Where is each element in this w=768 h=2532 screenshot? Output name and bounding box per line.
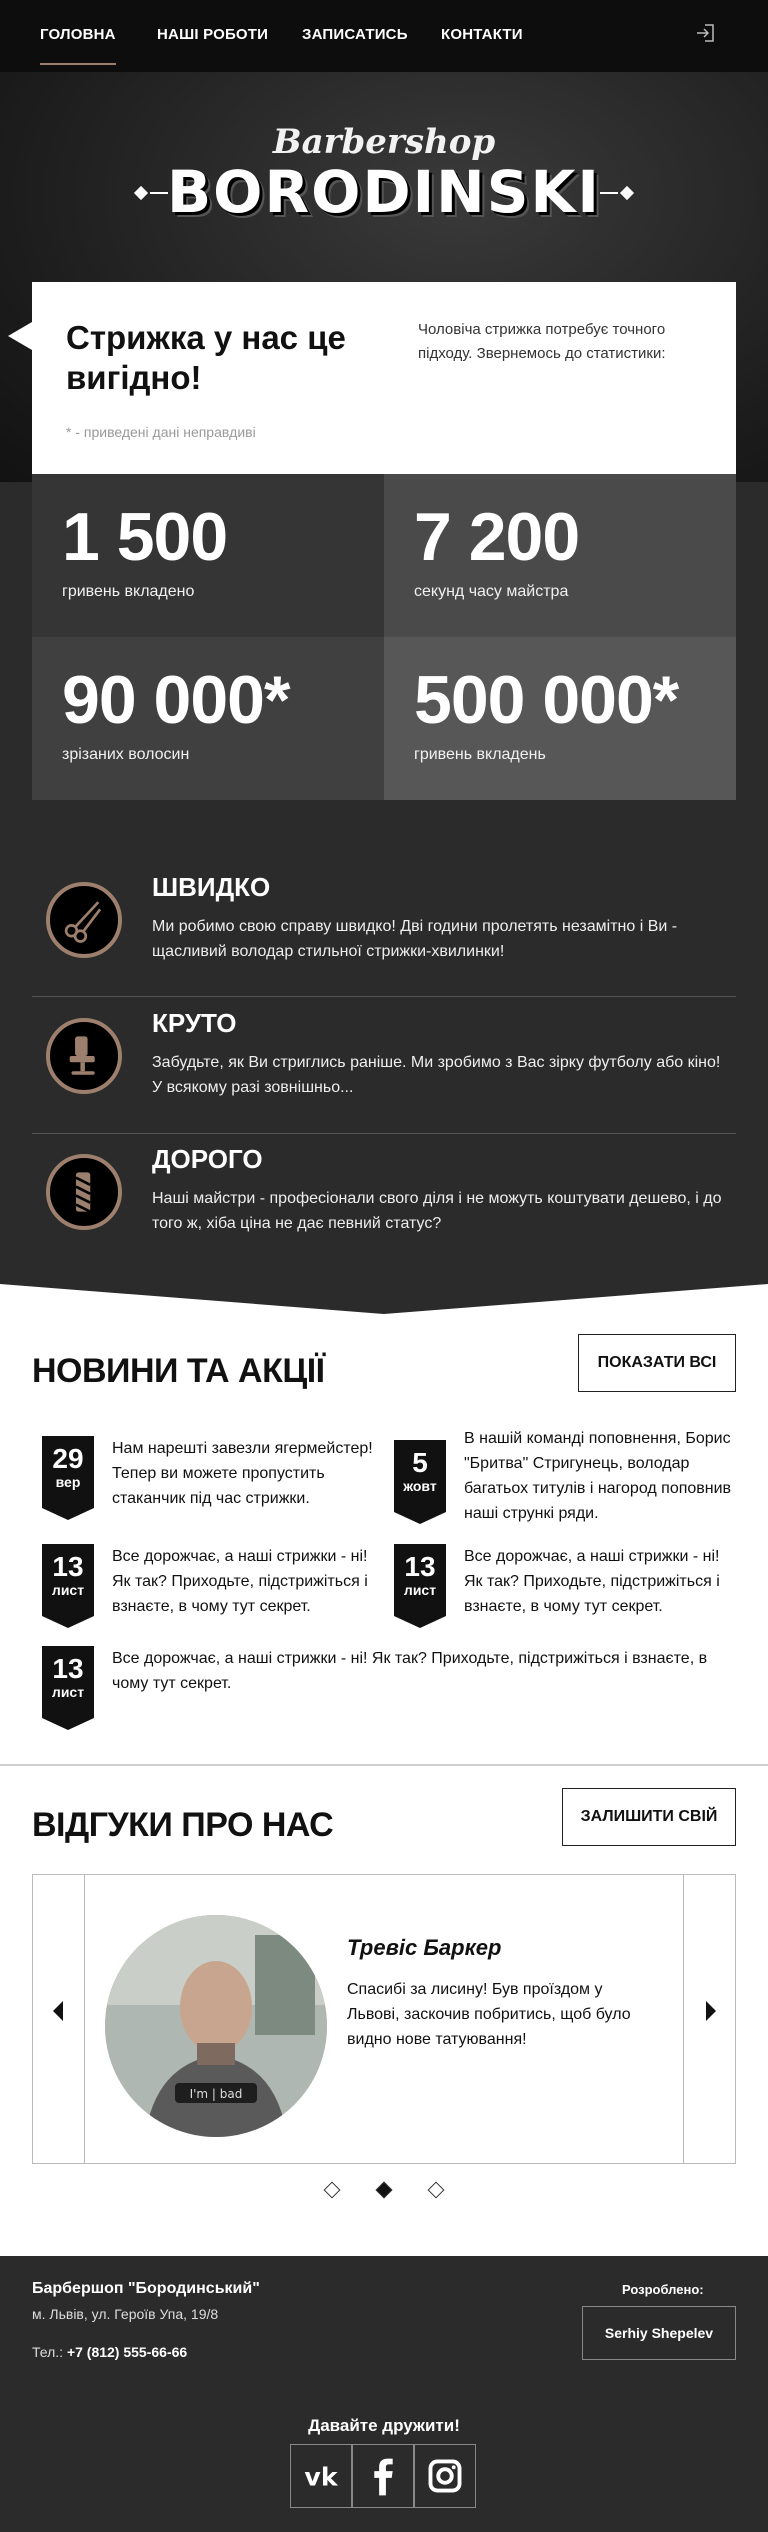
barber-pole-icon	[46, 1154, 122, 1230]
review-text: Спасибі за лисину! Був проїздом у Львові…	[347, 1981, 631, 2048]
slider-dot-active[interactable]	[375, 2181, 393, 2199]
feature-text: Наші майстри - професіонали свого діля і…	[152, 1190, 722, 1232]
footer: Барбершоп "Бородинський" м. Львів, ул. Г…	[0, 2256, 768, 2532]
reviews-section: ВІДГУКИ ПРО НАС ЗАЛИШИТИ СВІЙ I'm | bad …	[0, 1764, 768, 2256]
stat-value: 500 000*	[414, 662, 679, 738]
stat-label: гривень вкладень	[414, 746, 546, 763]
feature-cool: КРУТО Забудьте, як Ви стриглись раніше. …	[32, 986, 736, 1123]
barber-chair-icon	[46, 1018, 122, 1094]
svg-text:vk: vk	[304, 2463, 338, 2492]
arrow-right-icon[interactable]	[706, 2001, 716, 2021]
hero-ornament-right-line	[600, 192, 618, 194]
footer-friends: Давайте дружити!	[308, 2416, 460, 2435]
nav-item-home[interactable]: ГОЛОВНА	[40, 26, 116, 65]
reviewer-name: Тревіс Баркер	[347, 1935, 502, 1960]
date-month: лист	[403, 1582, 437, 1598]
stat-value: 7 200	[414, 499, 580, 575]
feature-text: Забудьте, як Ви стриглись раніше. Ми зро…	[152, 1054, 721, 1096]
news-text: Все дорожчає, а наші стрижки - ні! Як та…	[464, 1548, 720, 1615]
intro-title: Стрижка у нас це вигідно!	[66, 319, 346, 396]
vk-icon[interactable]: vk	[290, 2444, 352, 2508]
nav-item-works[interactable]: НАШІ РОБОТИ	[157, 26, 268, 43]
stat-tile: 500 000* гривень вкладень	[384, 637, 736, 800]
developer-button[interactable]: Serhiy Shepelev	[582, 2306, 736, 2360]
date-day: 13	[52, 1653, 84, 1684]
date-day: 29	[52, 1443, 84, 1474]
facebook-icon[interactable]	[352, 2444, 414, 2508]
feature-text: Ми робимо свою справу швидко! Дві години…	[152, 918, 678, 960]
stat-label: гривень вкладено	[62, 583, 195, 600]
stats-intro-card: Стрижка у нас це вигідно! * - приведені …	[32, 282, 736, 474]
svg-text:I'm | bad: I'm | bad	[190, 2087, 243, 2101]
news-text: В нашій команді поповнення, Борис "Бритв…	[464, 1430, 732, 1522]
stat-tile: 7 200 секунд часу майстра	[384, 474, 736, 637]
stat-label: секунд часу майстра	[414, 583, 569, 600]
date-badge: 29 вер	[42, 1436, 94, 1520]
hero-script-text: Barbershop	[272, 122, 496, 162]
date-badge: 13 лист	[42, 1544, 94, 1628]
stat-value: 1 500	[62, 499, 228, 575]
show-all-button[interactable]: ПОКАЗАТИ ВСІ	[578, 1334, 736, 1392]
slider-prev[interactable]	[33, 1875, 85, 2163]
scissors-icon	[46, 882, 122, 958]
slider-dot[interactable]	[323, 2181, 341, 2199]
review-slider: I'm | bad Тревіс Баркер Спасибі за лисин…	[32, 1874, 736, 2164]
top-nav: ГОЛОВНА НАШІ РОБОТИ ЗАПИСАТИСЬ КОНТАКТИ	[0, 0, 768, 72]
feature-title: КРУТО	[152, 1008, 237, 1038]
feature-title: ДОРОГО	[152, 1144, 263, 1174]
hero-ornament-left-line	[150, 192, 168, 194]
footer-phone-number[interactable]: +7 (812) 555-66-66	[67, 2344, 187, 2360]
footer-address: м. Львів, ул. Героїв Упа, 19/8	[32, 2306, 219, 2322]
news-section: НОВИНИ ТА АКЦІЇ ПОКАЗАТИ ВСІ 29 вер Нам …	[0, 1280, 768, 1764]
footer-made-by: Розроблено:	[622, 2282, 704, 2297]
leave-review-button[interactable]: ЗАЛИШИТИ СВІЙ	[562, 1788, 736, 1846]
date-day: 13	[52, 1551, 84, 1582]
date-month: жовт	[403, 1478, 437, 1494]
slider-next[interactable]	[683, 1875, 735, 2163]
feature-title: ШВИДКО	[152, 872, 271, 902]
arrow-left-icon[interactable]	[53, 2001, 63, 2021]
feature-expensive: ДОРОГО Наші майстри - професіонали свого…	[32, 1122, 736, 1259]
features-section: ШВИДКО Ми робимо свою справу швидко! Дві…	[0, 800, 768, 1280]
reviewer-avatar: I'm | bad	[105, 1915, 327, 2137]
date-badge: 13 лист	[394, 1544, 446, 1628]
intro-notch	[8, 322, 32, 350]
hero-title: BORODINSKI	[166, 158, 602, 226]
nav-item-contacts[interactable]: КОНТАКТИ	[441, 26, 523, 43]
slider-dot[interactable]	[427, 2181, 445, 2199]
reviews-title: ВІДГУКИ ПРО НАС	[32, 1806, 334, 1844]
date-badge: 5 жовт	[394, 1440, 446, 1524]
stats-grid: 1 500 гривень вкладено 7 200 секунд часу…	[32, 474, 736, 800]
date-day: 5	[412, 1447, 428, 1478]
intro-text: Чоловіча стрижка потребує точного підход…	[418, 321, 666, 362]
intro-note: * - приведені дані неправдиві	[66, 424, 256, 440]
stat-tile: 1 500 гривень вкладено	[32, 474, 384, 637]
footer-phone-label: Тел.:	[32, 2344, 64, 2360]
login-icon[interactable]	[694, 22, 716, 44]
stat-tile: 90 000* зрізаних волосин	[32, 637, 384, 800]
date-month: лист	[51, 1582, 85, 1598]
footer-phone: Тел.: +7 (812) 555-66-66	[32, 2344, 187, 2360]
nav-item-signup[interactable]: ЗАПИСАТИСЬ	[302, 26, 408, 43]
stat-label: зрізаних волосин	[62, 746, 190, 763]
feature-fast: ШВИДКО Ми робимо свою справу швидко! Дві…	[32, 850, 736, 987]
news-title: НОВИНИ ТА АКЦІЇ	[32, 1352, 325, 1390]
instagram-icon[interactable]	[414, 2444, 476, 2508]
date-day: 13	[404, 1551, 436, 1582]
date-badge: 13 лист	[42, 1646, 94, 1730]
footer-company-name: Барбершоп "Бородинський"	[32, 2280, 260, 2297]
news-text: Все дорожчає, а наші стрижки - ні! Як та…	[112, 1650, 708, 1692]
news-text: Все дорожчає, а наші стрижки - ні! Як та…	[112, 1548, 368, 1615]
news-text: Нам нарешті завезли ягермейстер! Тепер в…	[112, 1440, 373, 1507]
stat-value: 90 000*	[62, 662, 290, 738]
section-chevron	[0, 1280, 768, 1314]
date-month: лист	[51, 1684, 85, 1700]
date-month: вер	[55, 1474, 81, 1490]
